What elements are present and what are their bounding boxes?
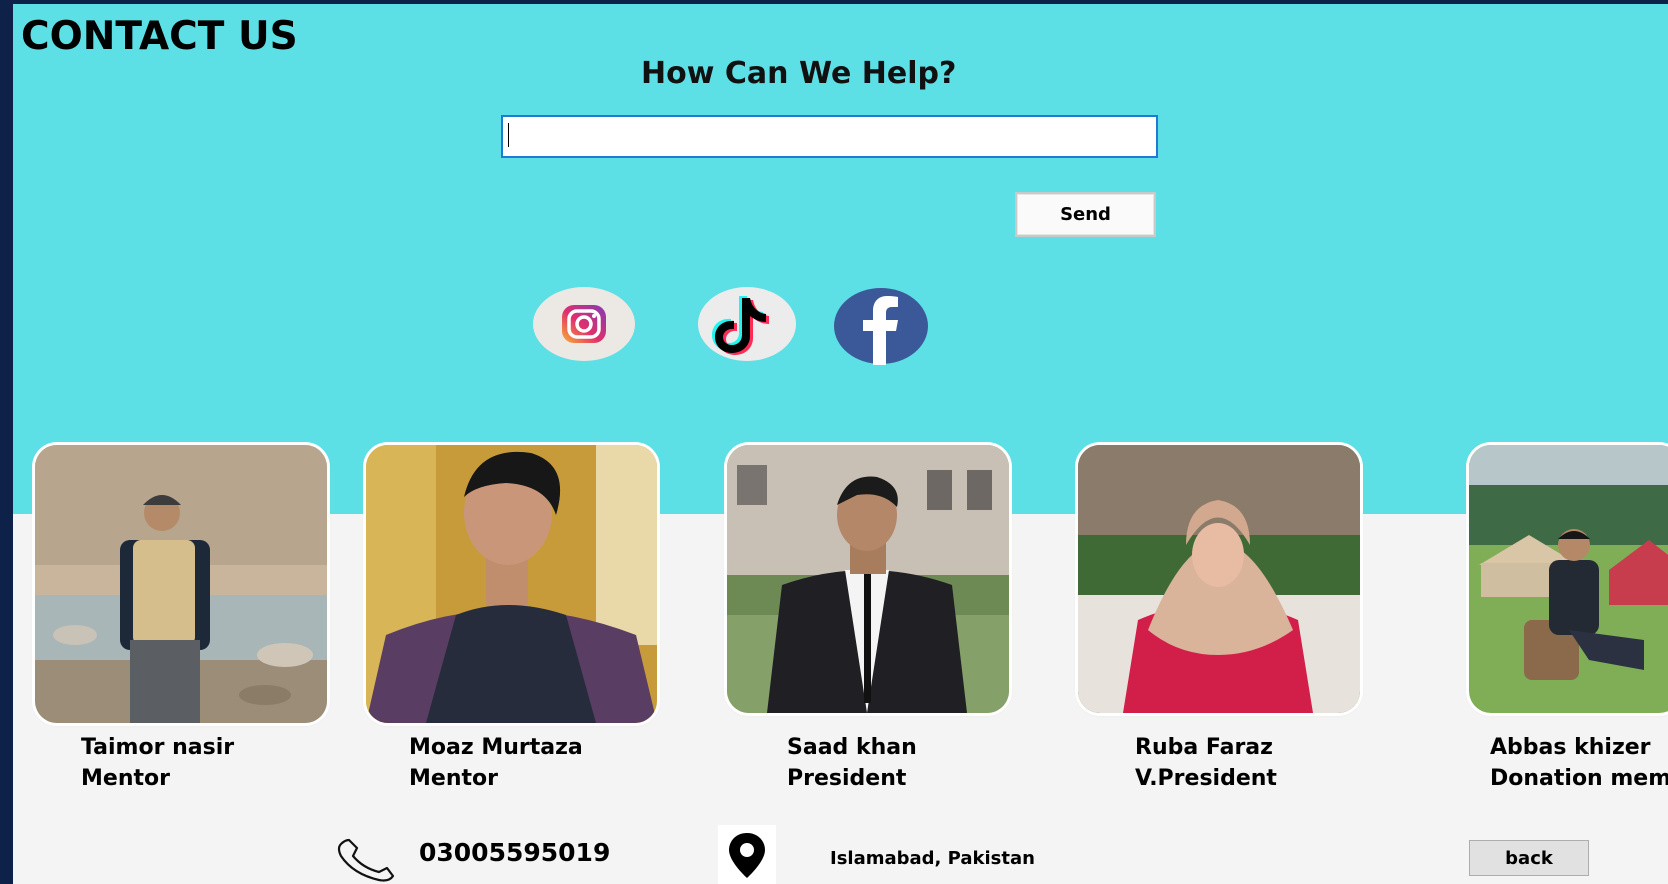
- member-role-1: Mentor: [81, 766, 170, 791]
- member-name-1: Taimor nasir: [81, 735, 235, 760]
- team-photo-3: [727, 445, 1009, 713]
- team-photo-2: [366, 445, 657, 723]
- team-photo-1: [35, 445, 327, 723]
- team-photo-5: [1469, 445, 1668, 713]
- phone-icon: [335, 838, 399, 884]
- instagram-icon[interactable]: [532, 286, 636, 362]
- address-text: Islamabad, Pakistan: [830, 848, 1035, 869]
- page-title: CONTACT US: [21, 14, 298, 59]
- text-caret: [508, 123, 509, 147]
- help-heading: How Can We Help?: [641, 56, 957, 91]
- facebook-icon[interactable]: [833, 287, 929, 365]
- member-name-2: Moaz Murtaza: [409, 735, 583, 760]
- back-button[interactable]: back: [1469, 840, 1589, 876]
- phone-number: 03005595019: [419, 838, 611, 867]
- member-role-5: Donation mem: [1490, 766, 1668, 791]
- member-role-4: V.President: [1135, 766, 1277, 791]
- help-message-input[interactable]: [501, 115, 1158, 158]
- send-button[interactable]: Send: [1015, 192, 1156, 237]
- contact-window: CONTACT US How Can We Help? Send Taimor …: [13, 4, 1668, 884]
- team-photo-4: [1078, 445, 1360, 713]
- member-name-5: Abbas khizer: [1490, 735, 1651, 760]
- member-name-3: Saad khan: [787, 735, 917, 760]
- tiktok-icon[interactable]: [698, 286, 797, 362]
- member-role-3: President: [787, 766, 907, 791]
- location-pin-icon: [718, 825, 776, 884]
- member-name-4: Ruba Faraz: [1135, 735, 1273, 760]
- member-role-2: Mentor: [409, 766, 498, 791]
